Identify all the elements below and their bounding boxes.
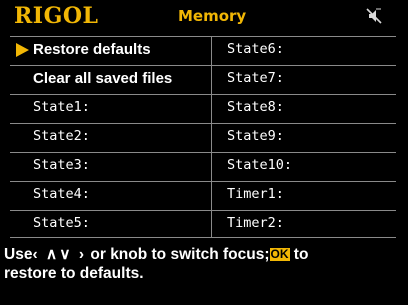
speaker-muted-icon bbox=[366, 8, 382, 24]
grid-row: State4: Timer1: bbox=[10, 182, 396, 207]
grid-row: Restore defaults State6: bbox=[10, 37, 396, 62]
state9-item[interactable]: State9: bbox=[211, 124, 396, 149]
state7-item[interactable]: State7: bbox=[211, 66, 396, 91]
state4-item[interactable]: State4: bbox=[10, 182, 211, 207]
state5-item[interactable]: State5: bbox=[10, 211, 211, 236]
clear-all-saved-files-item[interactable]: Clear all saved files bbox=[10, 66, 211, 91]
help-use-text: Use bbox=[4, 246, 33, 263]
help-line-1: Use‹ ∧∨ › or knob to switch focus;OK to bbox=[4, 245, 404, 264]
state10-item[interactable]: State10: bbox=[211, 153, 396, 178]
state2-item[interactable]: State2: bbox=[10, 124, 211, 149]
help-text: Use‹ ∧∨ › or knob to switch focus;OK to … bbox=[4, 245, 404, 283]
timer1-item[interactable]: Timer1: bbox=[211, 182, 396, 207]
help-middle-text: or knob to switch focus; bbox=[86, 246, 270, 263]
help-end-text: to bbox=[289, 246, 309, 263]
navigation-keys-icon: ‹ ∧∨ › bbox=[32, 246, 87, 263]
grid-row: State2: State9: bbox=[10, 124, 396, 149]
grid-row: State5: Timer2: bbox=[10, 211, 396, 236]
grid-row: Clear all saved files State7: bbox=[10, 66, 396, 91]
timer2-item[interactable]: Timer2: bbox=[211, 211, 396, 236]
page-title: Memory bbox=[178, 7, 247, 25]
ok-key-icon: OK bbox=[269, 247, 290, 261]
help-line-2: restore to defaults. bbox=[4, 265, 144, 282]
restore-defaults-item[interactable]: Restore defaults bbox=[10, 37, 211, 62]
state1-item[interactable]: State1: bbox=[10, 95, 211, 120]
header-bar: RIGOL Memory bbox=[0, 0, 408, 33]
memory-grid: Restore defaults State6: Clear all saved… bbox=[10, 36, 396, 238]
state3-item[interactable]: State3: bbox=[10, 153, 211, 178]
grid-row: State3: State10: bbox=[10, 153, 396, 178]
state6-item[interactable]: State6: bbox=[211, 37, 396, 62]
rigol-logo: RIGOL bbox=[14, 3, 99, 29]
state8-item[interactable]: State8: bbox=[211, 95, 396, 120]
grid-row: State1: State8: bbox=[10, 95, 396, 120]
